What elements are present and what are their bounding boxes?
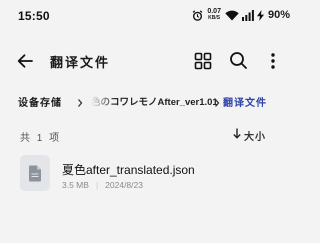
charging-bolt-icon <box>256 9 264 21</box>
breadcrumb-fade <box>270 88 300 112</box>
search-icon[interactable] <box>228 50 248 70</box>
file-size: 3.5 MB <box>62 180 89 190</box>
network-speed: 0.07 KB/S <box>207 8 221 21</box>
sort-arrow-icon <box>233 126 241 144</box>
wifi-icon <box>225 10 239 21</box>
document-icon <box>20 155 50 191</box>
status-time: 15:50 <box>18 9 50 23</box>
back-arrow-icon[interactable] <box>15 51 35 71</box>
sort-button[interactable]: 大小 <box>233 126 266 144</box>
status-indicators: 0.07 KB/S 90% <box>192 8 290 22</box>
page-title: 翻译文件 <box>50 55 111 70</box>
breadcrumb-item-current[interactable]: 翻译文件 <box>223 94 267 109</box>
signal-icon <box>241 9 254 21</box>
breadcrumb-item-storage[interactable]: 设备存储 <box>18 94 62 109</box>
item-count: 共 1 项 <box>20 133 62 144</box>
status-bar: 15:50 0.07 KB/S 90% <box>0 0 300 32</box>
file-date: 2024/8/23 <box>105 180 143 190</box>
sort-label: 大小 <box>244 131 266 143</box>
file-manager-screen: 15:50 0.07 KB/S 90% 翻译文件 设备存储 色のコワレモノAft… <box>0 0 300 243</box>
app-toolbar: 翻译文件 <box>0 44 300 78</box>
grid-view-icon[interactable] <box>193 51 213 71</box>
chevron-right-icon <box>213 95 221 107</box>
chevron-right-icon <box>76 95 84 107</box>
battery-level: 90% <box>267 9 290 21</box>
breadcrumb-item-game-folder[interactable]: 色のコワレモノAfter_ver1.01 <box>91 94 217 108</box>
network-speed-unit: KB/S <box>208 15 221 21</box>
more-vertical-icon[interactable] <box>266 50 280 72</box>
list-item[interactable]: 夏色after_translated.json 3.5 MB | 2024/8/23 <box>0 152 300 198</box>
alarm-icon <box>192 9 203 21</box>
file-name: 夏色after_translated.json <box>62 163 195 177</box>
file-meta: 3.5 MB | 2024/8/23 <box>62 180 143 190</box>
meta-divider: | <box>95 180 99 190</box>
breadcrumb: 设备存储 色のコワレモノAfter_ver1.01 翻译文件 <box>0 88 300 112</box>
